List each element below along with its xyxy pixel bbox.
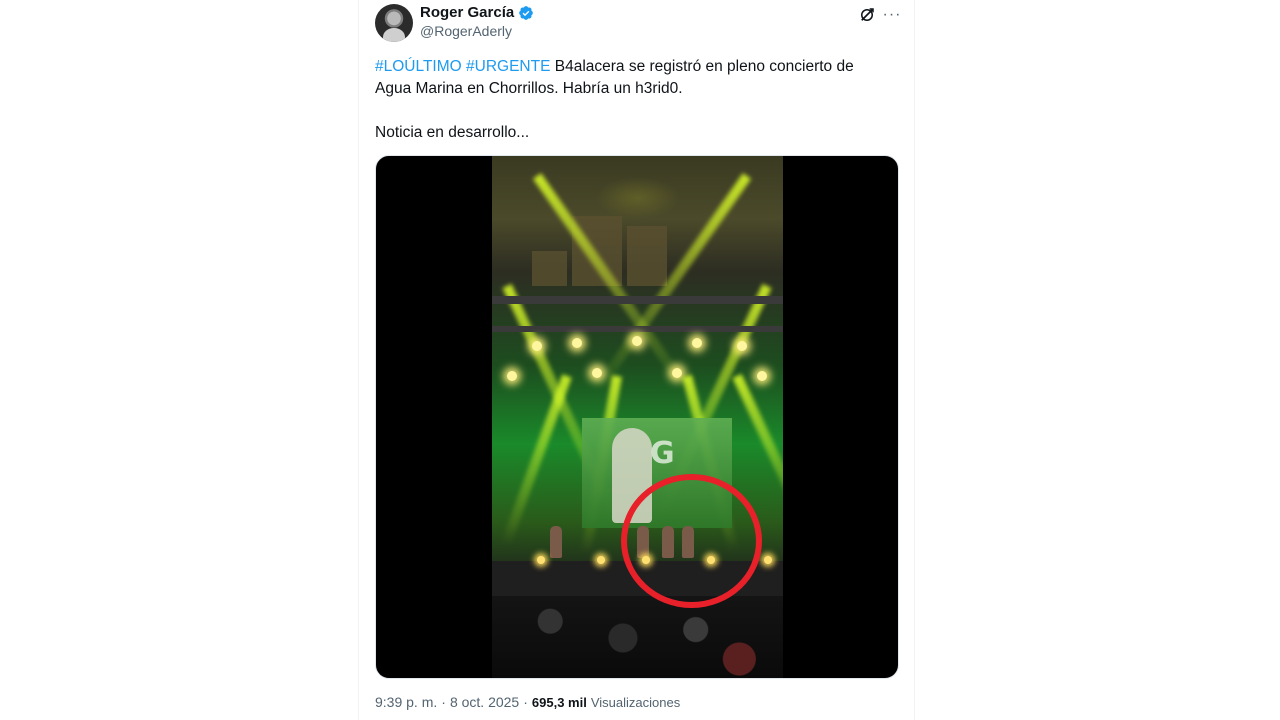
stage-light (757, 371, 767, 381)
views-count: 695,3 mil (531, 695, 587, 710)
hashtag-urgente[interactable]: #URGENTE (466, 58, 550, 75)
stage-footlight (764, 556, 772, 564)
meta-separator: · (523, 694, 528, 710)
tweet-body-line-1: B4alacera se registró en pleno concierto… (554, 58, 854, 75)
stage-light (672, 368, 682, 378)
more-options-icon: ··· (882, 6, 902, 23)
background-building (627, 226, 667, 286)
tweet-date[interactable]: 8 oct. 2025 (450, 694, 519, 710)
background-building (572, 216, 622, 286)
timeline-right-border (914, 0, 915, 720)
tweet-video[interactable]: G (375, 155, 899, 679)
grok-icon (861, 8, 874, 21)
tweet-text: #LOÚLTIMO #URGENTE B4alacera se registró… (375, 56, 895, 144)
tweet-body-line-3: Noticia en desarrollo... (375, 124, 530, 141)
tweet-metadata: 9:39 p. m. · 8 oct. 2025 · 695,3 mil Vis… (375, 694, 680, 710)
views-label: Visualizaciones (590, 695, 681, 710)
meta-separator: · (441, 694, 446, 710)
stage-light (507, 371, 517, 381)
author-avatar[interactable] (375, 4, 413, 42)
verified-badge-icon (519, 5, 534, 20)
tweet[interactable]: Roger García @RogerAderly ··· #LOÚLTIMO … (359, 0, 914, 720)
red-highlight-circle (621, 474, 762, 608)
light-beam (500, 374, 572, 547)
stage-performer (550, 526, 562, 558)
stage-light (632, 336, 642, 346)
video-frame[interactable]: G (492, 156, 783, 678)
audience-crowd (492, 596, 783, 678)
stage-light (692, 338, 702, 348)
tweet-body-line-2: Agua Marina en Chorrillos. Habría un h3r… (375, 80, 683, 97)
stage-light (532, 341, 542, 351)
author-name-row: Roger García (420, 4, 534, 21)
stage-light (592, 368, 602, 378)
stage-truss (492, 296, 783, 304)
stage-light (737, 341, 747, 351)
stage-footlight (597, 556, 605, 564)
stage-footlight (537, 556, 545, 564)
stage-light (572, 338, 582, 348)
tweet-time[interactable]: 9:39 p. m. (375, 694, 437, 710)
hashtag-loultimo[interactable]: #LOÚLTIMO (375, 58, 462, 75)
grok-button[interactable] (857, 5, 877, 25)
tweet-text-line-1: #LOÚLTIMO #URGENTE B4alacera se registró… (375, 56, 895, 78)
screen-logo: G (650, 436, 675, 471)
background-building (532, 251, 567, 286)
author-display-name[interactable]: Roger García (420, 4, 514, 21)
more-options-button[interactable]: ··· (881, 5, 903, 25)
stage-truss (492, 326, 783, 332)
author-handle[interactable]: @RogerAderly (420, 23, 512, 39)
